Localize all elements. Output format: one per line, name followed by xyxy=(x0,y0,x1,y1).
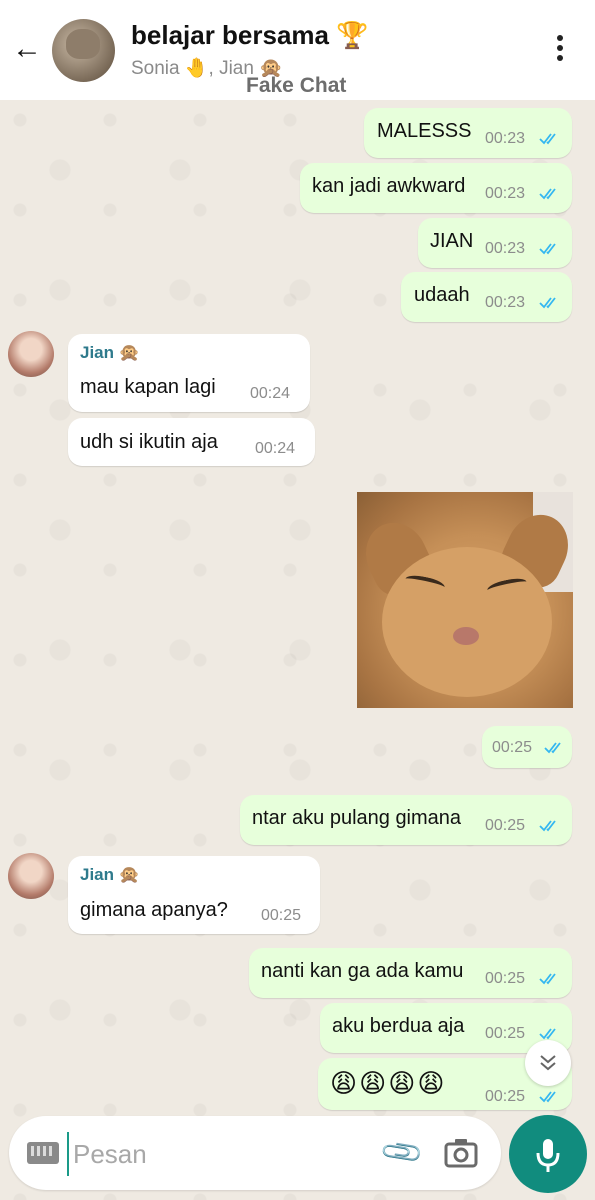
camera-icon[interactable] xyxy=(443,1136,479,1170)
message-time: 00:23 xyxy=(485,240,526,257)
message-bubble-outgoing[interactable]: JIAN 00:23 xyxy=(418,218,572,268)
keyboard-icon[interactable] xyxy=(27,1142,59,1164)
sender-avatar[interactable] xyxy=(8,853,54,899)
message-text: nanti kan ga ada kamu xyxy=(261,960,464,982)
sticker-timestamp: 00:25 xyxy=(482,726,572,768)
chat-header: ← belajar bersama 🏆 Sonia 🤚, Jian 🙊 Fake… xyxy=(0,0,595,100)
sender-name[interactable]: Jian 🙊 xyxy=(80,343,140,363)
message-time: 00:25 xyxy=(485,817,526,834)
message-text: udaah xyxy=(414,284,470,306)
cat-photo-icon xyxy=(66,29,100,59)
fake-chat-watermark: Fake Chat xyxy=(246,74,347,97)
message-time: 00:24 xyxy=(255,440,296,457)
message-time: 00:24 xyxy=(250,385,291,402)
sender-name[interactable]: Jian 🙊 xyxy=(80,865,140,885)
group-avatar[interactable] xyxy=(52,19,115,82)
message-time: 00:23 xyxy=(485,130,526,147)
message-time: 00:25 xyxy=(485,970,526,987)
message-time: 00:25 xyxy=(261,907,302,924)
message-text: ntar aku pulang gimana xyxy=(252,807,462,829)
double-check-icon xyxy=(539,1091,556,1103)
microphone-icon xyxy=(536,1139,560,1172)
message-bubble-outgoing[interactable]: ntar aku pulang gimana 00:25 xyxy=(240,795,572,845)
message-text: mau kapan lagi xyxy=(80,376,216,398)
more-vert-icon[interactable] xyxy=(548,35,572,67)
message-bubble-incoming[interactable]: Jian 🙊 mau kapan lagi 00:24 xyxy=(68,334,310,412)
paperclip-icon[interactable]: 📎 xyxy=(378,1129,426,1177)
back-arrow-icon[interactable]: ← xyxy=(10,32,44,66)
message-bubble-outgoing[interactable]: MALESSS 00:23 xyxy=(364,108,572,158)
message-time: 00:25 xyxy=(485,1025,526,1042)
message-text: kan jadi awkward xyxy=(312,175,466,197)
sender-avatar[interactable] xyxy=(8,331,54,377)
message-time: 00:25 xyxy=(492,739,533,756)
double-check-icon xyxy=(539,973,556,985)
double-check-icon xyxy=(539,243,556,255)
message-bubble-outgoing[interactable]: kan jadi awkward 00:23 xyxy=(300,163,572,213)
scroll-to-bottom-button[interactable] xyxy=(525,1040,571,1086)
double-check-icon xyxy=(544,742,561,754)
double-chevron-down-icon xyxy=(540,1055,556,1071)
voice-record-button[interactable] xyxy=(509,1115,587,1193)
message-time: 00:23 xyxy=(485,185,526,202)
message-text: udh si ikutin aja xyxy=(80,431,218,453)
message-bubble-outgoing[interactable]: udaah 00:23 xyxy=(401,272,572,322)
message-time: 00:23 xyxy=(485,294,526,311)
message-bubble-incoming[interactable]: Jian 🙊 gimana apanya? 00:25 xyxy=(68,856,320,934)
double-check-icon xyxy=(539,820,556,832)
message-bubble-outgoing[interactable]: nanti kan ga ada kamu 00:25 xyxy=(249,948,572,998)
message-text: aku berdua aja xyxy=(332,1015,465,1037)
message-bubble-incoming[interactable]: udh si ikutin aja 00:24 xyxy=(68,418,315,466)
message-text: JIAN xyxy=(430,230,474,252)
message-input[interactable] xyxy=(67,1132,375,1176)
message-text: MALESSS xyxy=(377,120,472,142)
smiling-cat-sticker[interactable] xyxy=(357,492,573,708)
chat-title[interactable]: belajar bersama 🏆 xyxy=(131,20,369,51)
message-text: 😩😩😩😩 xyxy=(330,1068,447,1098)
double-check-icon xyxy=(539,1028,556,1040)
message-text: gimana apanya? xyxy=(80,899,228,921)
message-time: 00:25 xyxy=(485,1088,526,1105)
double-check-icon xyxy=(539,188,556,200)
message-compose-bar: 📎 xyxy=(9,1116,501,1190)
double-check-icon xyxy=(539,133,556,145)
double-check-icon xyxy=(539,297,556,309)
